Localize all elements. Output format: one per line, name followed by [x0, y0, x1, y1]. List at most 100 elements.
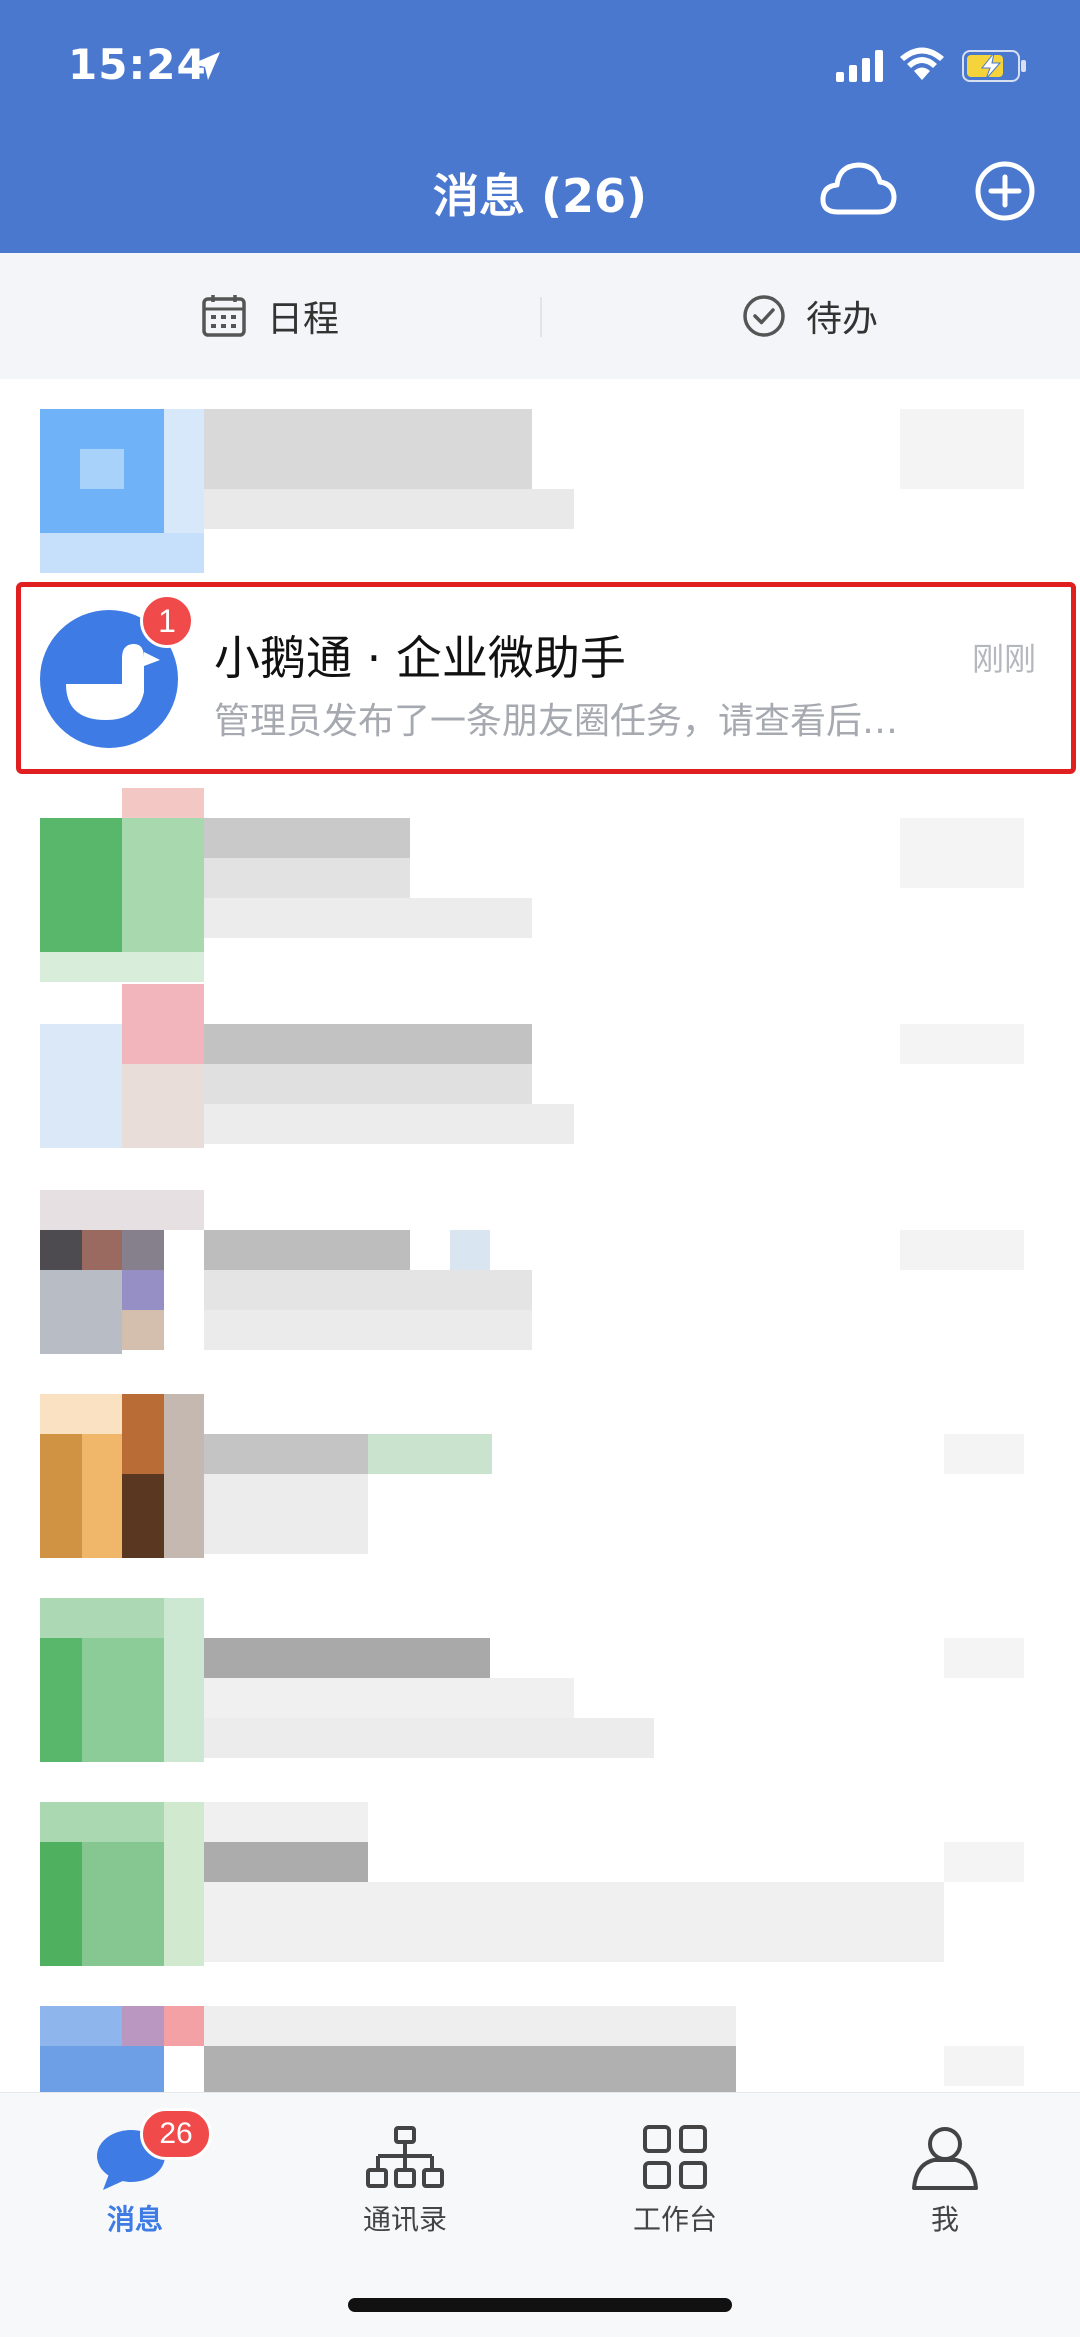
status-time: 15:24 [68, 40, 207, 89]
add-circle-icon[interactable] [974, 160, 1036, 222]
mosaic-block [204, 2046, 736, 2092]
list-item[interactable] [0, 409, 1080, 575]
mosaic-block [204, 1104, 574, 1144]
blurred-avatar [40, 1802, 164, 1842]
mosaic-block [122, 1394, 164, 1474]
segment-bar: 日程 待办 [0, 253, 1080, 379]
mosaic-block [82, 1230, 122, 1270]
tab-label: 消息 [106, 2203, 163, 2236]
blurred-avatar [40, 1230, 82, 1270]
blurred-avatar [40, 2006, 122, 2046]
wifi-icon [900, 47, 944, 80]
mosaic-block [204, 1474, 368, 1554]
mosaic-block [450, 1230, 490, 1270]
mosaic-block [204, 1842, 368, 1882]
mosaic-block [944, 1434, 1024, 1474]
chat-name: 小鹅通 · 企业微助手 [214, 631, 626, 685]
mosaic-block [40, 1190, 204, 1230]
home-indicator[interactable] [348, 2298, 732, 2312]
mosaic-block [122, 1270, 164, 1310]
tab-workbench[interactable]: 工作台 [575, 2118, 775, 2238]
mosaic-block [204, 818, 410, 858]
mosaic-block [204, 1310, 532, 1350]
mosaic-block [204, 1678, 574, 1718]
mosaic-block [204, 1270, 532, 1310]
list-item[interactable] [0, 2006, 1080, 2092]
person-icon [912, 2127, 978, 2190]
mosaic-block [164, 1802, 204, 1966]
mosaic-block [204, 1882, 944, 1962]
tab-label: 通讯录 [362, 2203, 447, 2236]
blurred-avatar [40, 818, 122, 952]
list-item[interactable] [0, 1598, 1080, 1764]
mosaic-block [40, 1842, 82, 1966]
cellular-signal-icon [836, 50, 883, 82]
battery-charging-icon [962, 50, 1026, 82]
mosaic-block [900, 409, 1024, 489]
tab-label: 我 [930, 2203, 959, 2236]
blurred-avatar [40, 1598, 164, 1638]
mosaic-block [900, 1024, 1024, 1064]
mosaic-block [204, 489, 574, 529]
schedule-tab[interactable]: 日程 [0, 253, 540, 379]
mosaic-block [204, 1434, 368, 1474]
mosaic-block [40, 1434, 82, 1558]
list-item[interactable] [0, 1802, 1080, 1968]
mosaic-block [204, 1064, 532, 1104]
mosaic-block [204, 858, 410, 898]
chat-time: 刚刚 [971, 640, 1036, 678]
todo-tab[interactable]: 待办 [540, 253, 1080, 379]
mosaic-block [40, 533, 204, 573]
mosaic-block [122, 1310, 164, 1350]
mosaic-block [122, 1064, 204, 1148]
list-item[interactable] [0, 1394, 1080, 1560]
tab-me[interactable]: 我 [845, 2118, 1045, 2238]
mosaic-block [164, 409, 204, 533]
grid-icon [643, 2125, 707, 2189]
mosaic-block [122, 984, 204, 1064]
chat-preview: 管理员发布了一条朋友圈任务，请查看后… [214, 701, 899, 742]
mosaic-block [368, 1434, 492, 1474]
mosaic-block [82, 1842, 164, 1966]
mosaic-block [40, 952, 204, 982]
mosaic-block [122, 818, 204, 952]
mosaic-block [944, 2046, 1024, 2086]
messages-badge: 26 [140, 2108, 212, 2160]
list-item[interactable] [0, 1190, 1080, 1356]
mosaic-block [82, 1434, 122, 1558]
tab-contacts[interactable]: 通讯录 [305, 2118, 505, 2238]
mosaic-block [80, 449, 124, 489]
mosaic-block [122, 788, 204, 818]
page-title: 消息 (26) [432, 169, 648, 223]
org-chart-icon [366, 2126, 444, 2188]
list-item[interactable] [0, 788, 1080, 984]
check-circle-icon [743, 295, 785, 337]
tab-label: 工作台 [632, 2203, 717, 2236]
mosaic-block [40, 2046, 164, 2092]
mosaic-block [204, 1718, 654, 1758]
mosaic-block [164, 2006, 204, 2046]
mosaic-block [82, 1638, 164, 1762]
mosaic-block [900, 818, 1024, 888]
status-bar: 15:24 [0, 0, 1080, 130]
mosaic-block [204, 898, 532, 938]
mosaic-block [122, 1230, 164, 1270]
list-item[interactable] [0, 984, 1080, 1150]
mosaic-block [204, 409, 532, 489]
mosaic-block [40, 1638, 82, 1762]
schedule-label: 日程 [266, 299, 339, 340]
mosaic-block [204, 1230, 410, 1270]
todo-label: 待办 [805, 299, 878, 340]
cloud-icon[interactable] [818, 154, 898, 224]
location-arrow-icon [192, 52, 220, 80]
unread-badge: 1 [140, 594, 194, 648]
top-header: 15:24 消息 (26) [0, 0, 1080, 253]
mosaic-block [40, 1270, 122, 1354]
mosaic-block [204, 2006, 736, 2046]
mosaic-block [122, 1474, 164, 1558]
mosaic-block [164, 1598, 204, 1762]
mosaic-block [944, 1842, 1024, 1882]
mosaic-block [204, 1024, 532, 1064]
mosaic-block [204, 1638, 490, 1678]
mosaic-block [944, 1638, 1024, 1678]
